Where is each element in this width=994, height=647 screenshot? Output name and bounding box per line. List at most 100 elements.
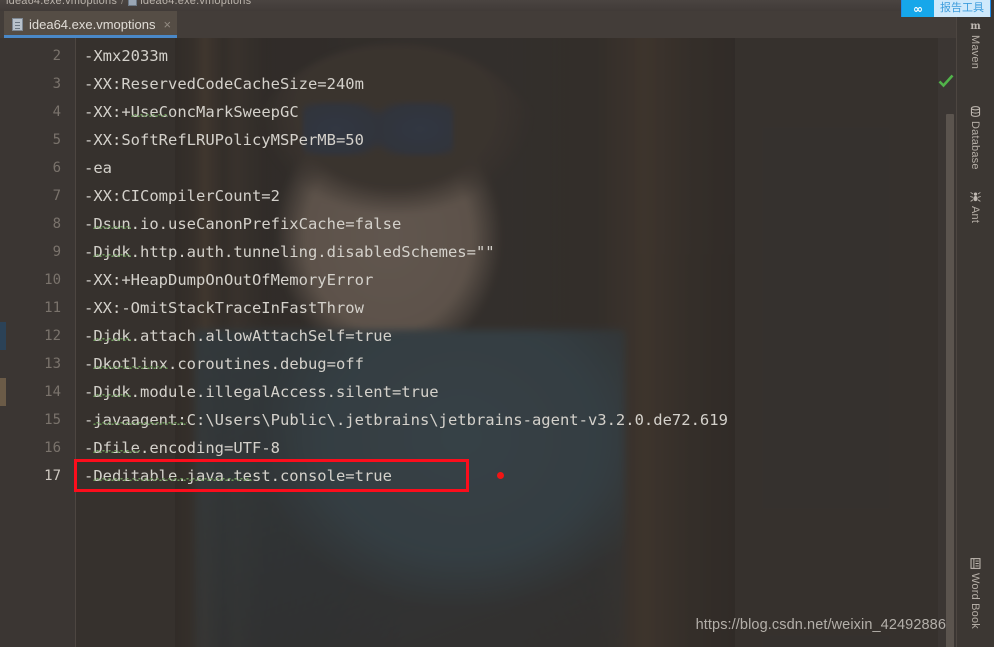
tab-idea64-vmoptions[interactable]: idea64.exe.vmoptions × (4, 11, 178, 38)
spellcheck-squiggle: Deditable.java.te (93, 467, 252, 485)
spellcheck-squiggle: Dkotlinx (93, 355, 168, 373)
tool-window-button-database[interactable]: Database (956, 100, 994, 170)
code-text: -XX:CICompilerCount=2 (84, 187, 280, 205)
code-line[interactable]: -Dfile.encoding=UTF-8 (76, 434, 280, 462)
code-line[interactable]: -XX:CICompilerCount=2 (76, 182, 280, 210)
code-text: - (84, 383, 94, 401)
gutter-line-number: 7 (52, 188, 61, 204)
code-line[interactable]: -Djdk.attach.allowAttachSelf=true (76, 322, 392, 350)
code-text: - (84, 439, 94, 457)
wechat-chip-label: 报告工具 (934, 0, 990, 17)
editor-area[interactable]: 2 3 4 5 6 7 8 9 10 11 12 13 14 15 16 17 -Xmx2033m -XX:Re… (0, 38, 994, 647)
gutter-line-number: 15 (44, 412, 61, 428)
maven-icon: m (969, 19, 982, 32)
editor-tab-bar: idea64.exe.vmoptions × (0, 11, 994, 38)
code-text: .encoding=UTF-8 (140, 439, 280, 457)
editor-code-content[interactable]: -Xmx2033m -XX:ReservedCodeCacheSize=240m -… (76, 38, 938, 647)
tool-window-label: Ant (969, 206, 981, 224)
ant-icon (969, 190, 982, 203)
gutter-line-number: 6 (52, 160, 61, 176)
code-text: -XX:ReservedCodeCacheSize=240m (84, 75, 364, 93)
code-text: -XX:-OmitStackTraceInFastThrow (84, 299, 364, 317)
close-icon[interactable]: × (163, 18, 171, 31)
code-line[interactable]: -XX:+HeapDumpOnOutOfMemoryError (76, 266, 373, 294)
gutter-line-number: 4 (52, 104, 61, 120)
gutter-line-number: 13 (44, 356, 61, 372)
spellcheck-squiggle: Djdk (93, 383, 131, 401)
code-text: -XX:+HeapDumpOnOutOfMemoryError (84, 271, 374, 289)
database-icon (969, 105, 982, 118)
code-text: -XX:+ (84, 103, 131, 121)
code-text: - (84, 355, 94, 373)
code-text: - (84, 467, 94, 485)
wechat-glyph: ∞ (913, 1, 923, 16)
code-text: - (84, 215, 94, 233)
code-text: -Xmx2033m (84, 47, 168, 65)
code-line[interactable]: -Dsun.io.useCanonPrefixCache=false (76, 210, 401, 238)
code-text: .coroutines.debug=off (168, 355, 364, 373)
breadcrumb-bar: idea64.exe.vmoptions / idea64.exe.vmoption… (0, 0, 994, 11)
spellcheck-squiggle: Dsun (93, 215, 131, 233)
tool-window-label: Database (969, 121, 981, 170)
gutter-line-number: 9 (52, 244, 61, 260)
gutter-line-number: 3 (52, 76, 61, 92)
file-icon (128, 0, 138, 6)
spellcheck-squiggle: Djdk (93, 243, 131, 261)
code-line[interactable]: -XX:ReservedCodeCacheSize=240m (76, 70, 364, 98)
code-text: .module.illegalAccess.silent=true (130, 383, 439, 401)
code-text: .http.auth.tunneling.disabledSchemes="" (130, 243, 495, 261)
right-tool-window-bar: m Maven Database Ant Word Book (956, 0, 994, 647)
spellcheck-squiggle: UseC (130, 103, 168, 121)
file-icon (12, 18, 23, 31)
spellcheck-squiggle: javaagent: (93, 411, 187, 429)
code-text: st.console=true (251, 467, 392, 485)
svg-text:m: m (970, 21, 981, 32)
spellcheck-squiggle: Dfile (93, 439, 141, 457)
wechat-capture-chip[interactable]: ∞ 报告工具 (901, 0, 991, 17)
code-line[interactable]: -Deditable.java.test.console=true (76, 462, 392, 490)
watermark-text: https://blog.csdn.net/weixin_42492886 (695, 617, 946, 633)
breadcrumb-right-segment[interactable]: idea64.exe.vmoptions (140, 0, 251, 7)
gutter-line-number: 17 (44, 468, 61, 484)
code-text: -ea (84, 159, 112, 177)
code-line[interactable]: -XX:-OmitStackTraceInFastThrow (76, 294, 364, 322)
gutter-line-number: 14 (44, 384, 61, 400)
tool-window-button-maven[interactable]: m Maven (956, 14, 994, 69)
code-line[interactable]: -Dkotlinx.coroutines.debug=off (76, 350, 364, 378)
gutter-line-number: 11 (44, 300, 61, 316)
editor-scrollbar-thumb[interactable] (946, 114, 954, 647)
spellcheck-squiggle: Djdk (93, 327, 131, 345)
code-line[interactable]: -Xmx2033m (76, 42, 168, 70)
code-line[interactable]: -javaagent:C:\Users\Public\.jetbrains\je… (76, 406, 728, 434)
breadcrumb: idea64.exe.vmoptions / idea64.exe.vmoption… (6, 0, 251, 7)
gutter-line-number: 5 (52, 132, 61, 148)
tool-window-button-word-book[interactable]: Word Book (956, 552, 994, 629)
code-text: oncMarkSweepGC (168, 103, 299, 121)
code-line[interactable]: -XX:+UseConcMarkSweepGC (76, 98, 299, 126)
gutter-line-number: 16 (44, 440, 61, 456)
tab-label: idea64.exe.vmoptions (29, 17, 156, 32)
code-text: .attach.allowAttachSelf=true (130, 327, 392, 345)
gutter-change-marker (0, 322, 6, 350)
code-text: -XX:SoftRefLRUPolicyMSPerMB=50 (84, 131, 364, 149)
code-text: - (84, 327, 94, 345)
gutter-line-number: 2 (52, 48, 61, 64)
gutter-line-number: 12 (44, 328, 61, 344)
tool-window-label: Maven (969, 35, 981, 70)
idea-editor-window: idea64.exe.vmoptions / idea64.exe.vmoption… (0, 0, 994, 647)
code-line[interactable]: -XX:SoftRefLRUPolicyMSPerMB=50 (76, 126, 364, 154)
word-book-icon (969, 557, 982, 570)
editor-gutter[interactable]: 2 3 4 5 6 7 8 9 10 11 12 13 14 15 16 17 (0, 38, 76, 647)
gutter-line-number: 10 (44, 272, 61, 288)
ok-check-icon (938, 74, 954, 88)
wechat-icon: ∞ (902, 0, 934, 17)
tool-window-label: Word Book (969, 573, 981, 630)
code-line[interactable]: -Djdk.module.illegalAccess.silent=true (76, 378, 439, 406)
code-line[interactable]: -Djdk.http.auth.tunneling.disabledScheme… (76, 238, 495, 266)
code-text: - (84, 411, 94, 429)
breadcrumb-separator: / (121, 0, 125, 7)
code-line[interactable]: -ea (76, 154, 112, 182)
red-dot-marker (497, 472, 504, 479)
tool-window-button-ant[interactable]: Ant (956, 185, 994, 223)
breadcrumb-left-segment[interactable]: idea64.exe.vmoptions (6, 0, 117, 7)
